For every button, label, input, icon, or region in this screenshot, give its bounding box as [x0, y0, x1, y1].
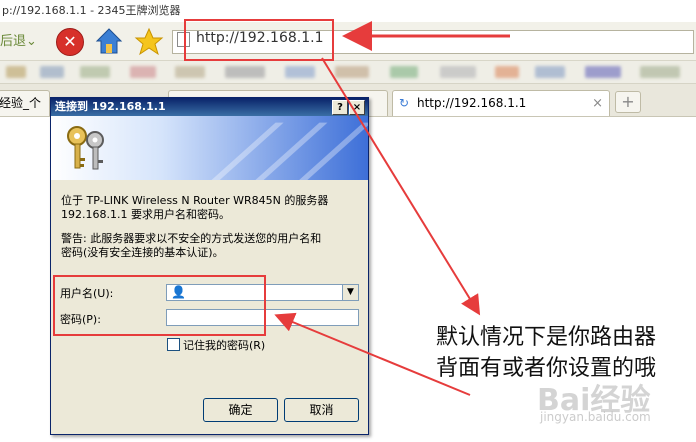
watermark-url: jingyan.baidu.com — [540, 410, 651, 424]
caption-line-1: 默认情况下是你路由器 — [436, 325, 657, 350]
